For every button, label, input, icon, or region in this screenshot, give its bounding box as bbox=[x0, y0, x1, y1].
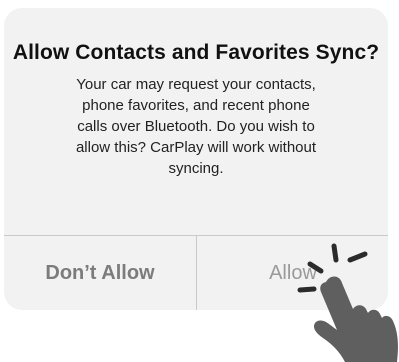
dialog-body: Allow Contacts and Favorites Sync? Your … bbox=[4, 8, 388, 235]
allow-button[interactable]: Allow bbox=[197, 236, 388, 310]
alert-dialog: Allow Contacts and Favorites Sync? Your … bbox=[4, 8, 388, 310]
dont-allow-button[interactable]: Don’t Allow bbox=[4, 236, 196, 310]
dialog-title: Allow Contacts and Favorites Sync? bbox=[12, 41, 380, 64]
dialog-message: Your car may request your contacts, phon… bbox=[75, 76, 317, 177]
